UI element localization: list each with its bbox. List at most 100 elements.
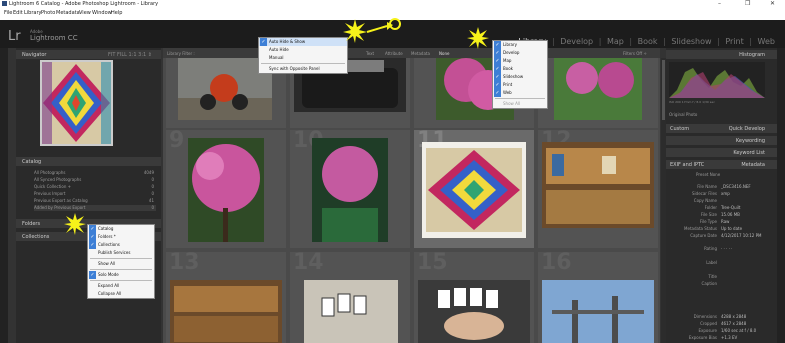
catalog-item-quick-collection[interactable]: Quick Collection + 0 xyxy=(34,184,156,190)
grid-scroll-thumb[interactable] xyxy=(662,60,665,120)
filter-none[interactable]: None xyxy=(439,51,449,56)
metadata-value: 4288 x 2848 xyxy=(721,314,747,319)
folders-title: Folders xyxy=(22,221,41,227)
catalog-item-count: 0 xyxy=(151,177,154,182)
menu-item-show-all[interactable]: Show All xyxy=(88,260,154,268)
menu-item-auto-hide[interactable]: Auto Hide xyxy=(259,46,347,54)
menu-item-print[interactable]: ✓ Print xyxy=(493,81,547,89)
catalog-item-count: 41 xyxy=(148,198,154,203)
menu-item-label: Develop xyxy=(503,50,520,55)
metadata-key: Caption xyxy=(701,281,717,286)
quick-develop-preset[interactable]: Custom xyxy=(670,126,689,132)
menu-metadata[interactable]: Metadata xyxy=(56,10,80,16)
menu-item-map[interactable]: ✓ Map xyxy=(493,57,547,65)
grid-cell[interactable]: 9 xyxy=(166,128,286,248)
menu-item-solo-mode[interactable]: ✓ Solo Mode xyxy=(88,271,154,279)
menu-item-publish-services[interactable]: Publish Services xyxy=(88,249,154,257)
checkmark-icon: ✓ xyxy=(494,49,501,57)
quick-develop-title: Quick Develop xyxy=(728,126,765,132)
metadata-preset[interactable]: EXIF and IPTC xyxy=(670,162,704,168)
metadata-key: Metadata Status xyxy=(684,226,717,231)
menu-item-expand-all[interactable]: Expand All xyxy=(88,282,154,290)
keyword-list-header[interactable]: Keyword List xyxy=(666,148,777,157)
filter-text[interactable]: Text xyxy=(366,51,374,56)
menu-view[interactable]: View xyxy=(79,10,91,16)
menu-help[interactable]: Help xyxy=(111,10,122,16)
grid-cell[interactable]: 10 xyxy=(290,128,410,248)
metadata-preset-row[interactable]: Preset None xyxy=(696,172,766,178)
checkmark-icon: ✓ xyxy=(494,57,501,65)
navigator-zoom[interactable]: FIT FILL 1:1 3:1 ⇕ xyxy=(108,52,152,58)
navigator-header[interactable]: Navigator FIT FILL 1:1 3:1 ⇕ xyxy=(16,50,161,59)
menu-file[interactable]: File xyxy=(4,10,12,16)
navigator-preview[interactable] xyxy=(40,60,113,146)
catalog-item-label: Quick Collection + xyxy=(34,184,71,189)
histogram-header[interactable]: Histogram xyxy=(666,50,777,59)
grid-cell[interactable]: 13 xyxy=(166,250,286,343)
menu-item-folders[interactable]: ✓ Folders * xyxy=(88,233,154,241)
metadata-value: 4617 x 2848 xyxy=(721,321,747,326)
menu-item-slideshow[interactable]: ✓ Slideshow xyxy=(493,73,547,81)
module-develop[interactable]: Develop xyxy=(560,37,593,46)
maximize-button[interactable]: ❐ xyxy=(745,0,750,7)
metadata-key: Folder xyxy=(704,205,717,210)
metadata-key: File Name xyxy=(697,184,717,189)
module-book[interactable]: Book xyxy=(638,37,658,46)
metadata-value[interactable]: 4/12/2017 10:12 PM xyxy=(721,233,761,238)
grid-cell[interactable]: 12 xyxy=(538,128,658,248)
menu-photo[interactable]: Photo xyxy=(41,10,55,16)
metadata-value[interactable]: _DSC3416.NEF xyxy=(721,184,751,189)
metadata-header[interactable]: EXIF and IPTC Metadata xyxy=(666,160,777,169)
filter-metadata[interactable]: Metadata xyxy=(411,51,430,56)
rating-stars[interactable]: · · · · · xyxy=(721,246,732,251)
menu-item-label: Print xyxy=(503,82,513,87)
menu-item-label: Web xyxy=(503,90,512,95)
menu-item-label: Library xyxy=(503,42,517,47)
right-panel-edge[interactable] xyxy=(777,48,785,343)
module-slideshow[interactable]: Slideshow xyxy=(671,37,711,46)
menu-edit[interactable]: Edit xyxy=(13,10,23,16)
menu-library[interactable]: Library xyxy=(24,10,41,16)
catalog-item-previous-import[interactable]: Previous Import 0 xyxy=(34,191,156,197)
keywording-header[interactable]: Keywording xyxy=(666,136,777,145)
catalog-item-all-synced[interactable]: All Synced Photographs 0 xyxy=(34,177,156,183)
catalog-item-count: 4049 xyxy=(143,170,154,175)
catalog-item-previous-export[interactable]: Previous Export as Catalog 41 xyxy=(34,198,156,204)
module-print[interactable]: Print xyxy=(725,37,743,46)
grid-cell-selected[interactable]: 11 xyxy=(414,128,534,248)
menu-item-sync-opposite-panel[interactable]: Sync with Opposite Panel xyxy=(259,65,347,73)
close-button[interactable]: ✕ xyxy=(770,0,775,7)
module-map[interactable]: Map xyxy=(607,37,624,46)
photo-thumbnail xyxy=(418,280,530,343)
menu-item-develop[interactable]: ✓ Develop xyxy=(493,49,547,57)
catalog-item-all-photographs[interactable]: All Photographs 4049 xyxy=(34,170,156,176)
metadata-key: Dimensions xyxy=(693,314,717,319)
module-web[interactable]: Web xyxy=(758,37,775,46)
metadata-row: Folder Tree-Quilt xyxy=(666,205,777,211)
menu-item-auto-hide-show[interactable]: ✓ Auto Hide & Show xyxy=(259,38,347,46)
menu-item-show-all[interactable]: Show All xyxy=(493,100,547,108)
menu-item-manual[interactable]: Manual xyxy=(259,54,347,62)
filters-off[interactable]: Filters Off ÷ xyxy=(623,51,647,56)
metadata-key: Rating xyxy=(704,246,717,251)
menu-window[interactable]: Window xyxy=(92,10,112,16)
menu-item-web[interactable]: ✓ Web xyxy=(493,89,547,97)
grid-cell[interactable]: 14 xyxy=(290,250,410,343)
menu-item-book[interactable]: ✓ Book xyxy=(493,65,547,73)
menu-item-collapse-all[interactable]: Collapse All xyxy=(88,290,154,298)
menu-item-catalog[interactable]: ✓ Catalog xyxy=(88,225,154,233)
menu-item-library[interactable]: ✓ Library xyxy=(493,41,547,49)
grid-cell[interactable]: 16 xyxy=(538,250,658,343)
menu-separator xyxy=(90,280,152,281)
filter-attribute[interactable]: Attribute xyxy=(385,51,403,56)
catalog-item-added-by-export[interactable]: Added by Previous Export 0 xyxy=(34,205,156,211)
minimize-button[interactable]: – xyxy=(718,0,721,7)
grid-cell[interactable] xyxy=(538,58,658,128)
grid-cell[interactable]: 15 xyxy=(414,250,534,343)
metadata-title: Metadata xyxy=(741,162,765,168)
catalog-header[interactable]: Catalog xyxy=(16,157,161,166)
metadata-value: xmp xyxy=(721,191,730,196)
quick-develop-header[interactable]: Custom Quick Develop xyxy=(666,124,777,133)
menu-item-collections[interactable]: ✓ Collections xyxy=(88,241,154,249)
left-panel-edge[interactable] xyxy=(0,48,8,343)
